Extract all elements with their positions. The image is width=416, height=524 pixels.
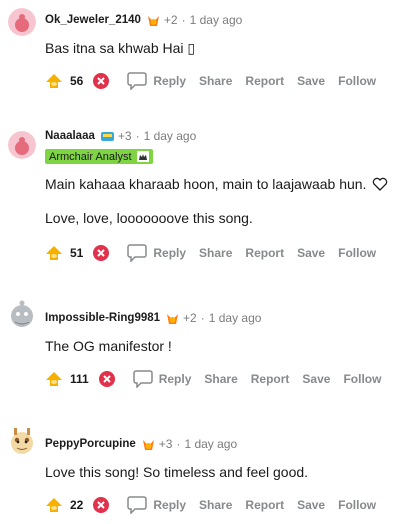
comment-actions: 22 Reply Share Report Save Follow xyxy=(45,493,376,517)
comment-body-line: Love, love, looooooove this song. xyxy=(45,210,253,226)
username[interactable]: Naaalaaa xyxy=(45,130,95,142)
reply-label: Reply xyxy=(153,498,187,512)
comment-body: Main kahaaa kharaab hoon, main to laajaw… xyxy=(45,174,388,194)
award-icon[interactable] xyxy=(165,311,180,326)
username[interactable]: Ok_Jeweler_2140 xyxy=(45,14,141,26)
vote-score: 111 xyxy=(70,372,89,386)
award-icon[interactable] xyxy=(146,13,161,28)
username[interactable]: Impossible-Ring9981 xyxy=(45,312,160,324)
award-count: +2 xyxy=(163,13,178,27)
vote-score: 56 xyxy=(70,74,84,88)
comment-bubble-icon xyxy=(132,370,153,389)
report-button[interactable]: Report xyxy=(245,74,284,88)
vote-score: 51 xyxy=(70,246,84,260)
share-button[interactable]: Share xyxy=(199,246,232,260)
grey-snoo-avatar-icon[interactable] xyxy=(6,298,38,330)
heart-icon xyxy=(372,176,388,192)
separator: · xyxy=(176,437,181,451)
separator: · xyxy=(200,311,205,325)
follow-button[interactable]: Follow xyxy=(338,498,376,512)
share-button[interactable]: Share xyxy=(199,498,232,512)
report-button[interactable]: Report xyxy=(245,498,284,512)
separator: · xyxy=(135,129,140,143)
flair-emoji-icon xyxy=(136,151,149,162)
comment-bubble-icon xyxy=(127,72,148,91)
downvote-icon[interactable] xyxy=(93,245,110,261)
comment-body-line: Main kahaaa kharaab hoon, main to laajaw… xyxy=(45,176,367,192)
comment-meta: Impossible-Ring9981 +2 · 1 day ago xyxy=(45,309,261,327)
save-button[interactable]: Save xyxy=(302,372,330,386)
award-icon[interactable] xyxy=(100,129,115,144)
reply-label: Reply xyxy=(153,74,187,88)
follow-button[interactable]: Follow xyxy=(343,372,381,386)
save-button[interactable]: Save xyxy=(297,74,325,88)
timestamp[interactable]: 1 day ago xyxy=(144,129,197,143)
pink-snoo-avatar-icon[interactable] xyxy=(8,8,36,36)
share-button[interactable]: Share xyxy=(204,372,237,386)
award-count: +3 xyxy=(117,129,132,143)
timestamp[interactable]: 1 day ago xyxy=(209,311,262,325)
downvote-icon[interactable] xyxy=(93,73,110,89)
comment-actions: 51 Reply Share Report Save Follow xyxy=(45,241,376,265)
save-button[interactable]: Save xyxy=(297,498,325,512)
reply-button[interactable]: Reply xyxy=(127,72,187,91)
comment-actions: 111 Reply Share Report Save Follow xyxy=(45,367,381,391)
comment-body: The OG manifestor ! xyxy=(45,338,172,354)
reply-button[interactable]: Reply xyxy=(132,370,192,389)
upvote-icon[interactable] xyxy=(45,497,63,513)
reply-label: Reply xyxy=(153,246,187,260)
pink-snoo-avatar-icon[interactable] xyxy=(8,131,36,159)
reply-button[interactable]: Reply xyxy=(127,244,187,263)
giraffe-snoo-avatar-icon[interactable] xyxy=(6,425,38,457)
report-button[interactable]: Report xyxy=(251,372,290,386)
timestamp[interactable]: 1 day ago xyxy=(190,13,243,27)
award-count: +3 xyxy=(158,437,173,451)
comment-meta: PeppyPorcupine +3 · 1 day ago xyxy=(45,435,237,453)
username[interactable]: PeppyPorcupine xyxy=(45,438,136,450)
award-count: +2 xyxy=(183,311,197,325)
flair-label: Armchair Analyst xyxy=(49,150,132,163)
comment-actions: 56 Reply Share Report Save Follow xyxy=(45,69,376,93)
reply-label: Reply xyxy=(158,372,192,386)
user-flair: Armchair Analyst xyxy=(45,149,153,164)
comment-meta: Ok_Jeweler_2140 +2 · 1 day ago xyxy=(45,11,242,29)
report-button[interactable]: Report xyxy=(245,246,284,260)
comment-body: Bas itna sa khwab Hai ▯ xyxy=(45,39,196,56)
follow-button[interactable]: Follow xyxy=(338,246,376,260)
share-button[interactable]: Share xyxy=(199,74,232,88)
downvote-icon[interactable] xyxy=(93,497,110,513)
reply-button[interactable]: Reply xyxy=(127,496,187,515)
comment-meta: Naaalaaa +3 · 1 day ago xyxy=(45,127,196,145)
upvote-icon[interactable] xyxy=(45,73,63,89)
timestamp[interactable]: 1 day ago xyxy=(184,437,237,451)
follow-button[interactable]: Follow xyxy=(338,74,376,88)
vote-score: 22 xyxy=(70,498,84,512)
separator: · xyxy=(181,13,186,27)
comment-body: Love this song! So timeless and feel goo… xyxy=(45,464,309,480)
upvote-icon[interactable] xyxy=(45,245,63,261)
comment-bubble-icon xyxy=(127,244,148,263)
award-icon[interactable] xyxy=(141,437,156,452)
upvote-icon[interactable] xyxy=(45,371,63,387)
save-button[interactable]: Save xyxy=(297,246,325,260)
downvote-icon[interactable] xyxy=(98,371,115,387)
comment-bubble-icon xyxy=(127,496,148,515)
